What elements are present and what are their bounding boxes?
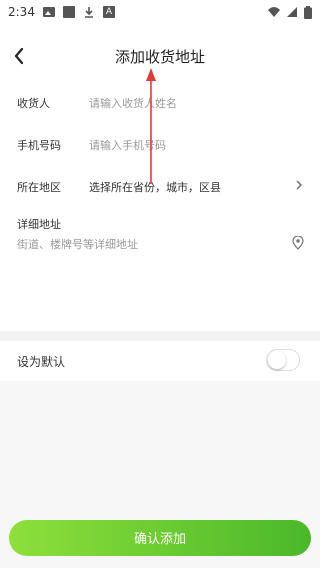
detail-address-row[interactable]: 详细地址 街道、楼牌号等详细地址 [0,212,320,270]
region-selector[interactable]: 选择所在省份，城市，区县 [89,179,221,195]
phone-input[interactable]: 请输入手机号码 [89,137,166,153]
signal-icon [287,7,297,17]
default-setting-row: 设为默认 [0,341,320,381]
square-icon [62,6,75,18]
confirm-add-button[interactable]: 确认添加 [9,520,311,556]
recipient-row[interactable]: 收货人 请输入收货人姓名 [0,80,320,122]
region-label: 所在地区 [17,181,61,194]
phone-row[interactable]: 手机号码 请输入手机号码 [0,122,320,164]
chevron-right-icon[interactable] [294,180,304,190]
toggle-knob [268,351,286,369]
section-divider [0,331,320,341]
recipient-label: 收货人 [17,97,50,110]
status-bar: 2:34 A [0,0,320,24]
region-row[interactable]: 所在地区 选择所在省份，城市，区县 [0,164,320,206]
detail-address-input[interactable]: 街道、楼牌号等详细地址 [17,236,138,252]
page-title: 添加收货地址 [114,48,205,66]
status-right [268,5,312,19]
recipient-input[interactable]: 请输入收货人姓名 [89,95,177,111]
a-icon: A [102,6,115,18]
default-label: 设为默认 [17,355,66,369]
download-icon [84,7,93,18]
image-icon [42,7,55,17]
detail-address-label: 详细地址 [17,218,61,231]
location-pin-icon[interactable] [292,236,304,250]
status-time: 2:34 [8,5,35,19]
status-left: 2:34 A [8,5,115,19]
header: 添加收货地址 [0,40,320,72]
address-form: 收货人 请输入收货人姓名 手机号码 请输入手机号码 所在地区 选择所在省份，城市… [0,80,320,270]
wifi-icon [268,7,280,17]
battery-icon [304,5,312,19]
phone-label: 手机号码 [17,139,61,152]
default-toggle[interactable] [266,349,300,371]
